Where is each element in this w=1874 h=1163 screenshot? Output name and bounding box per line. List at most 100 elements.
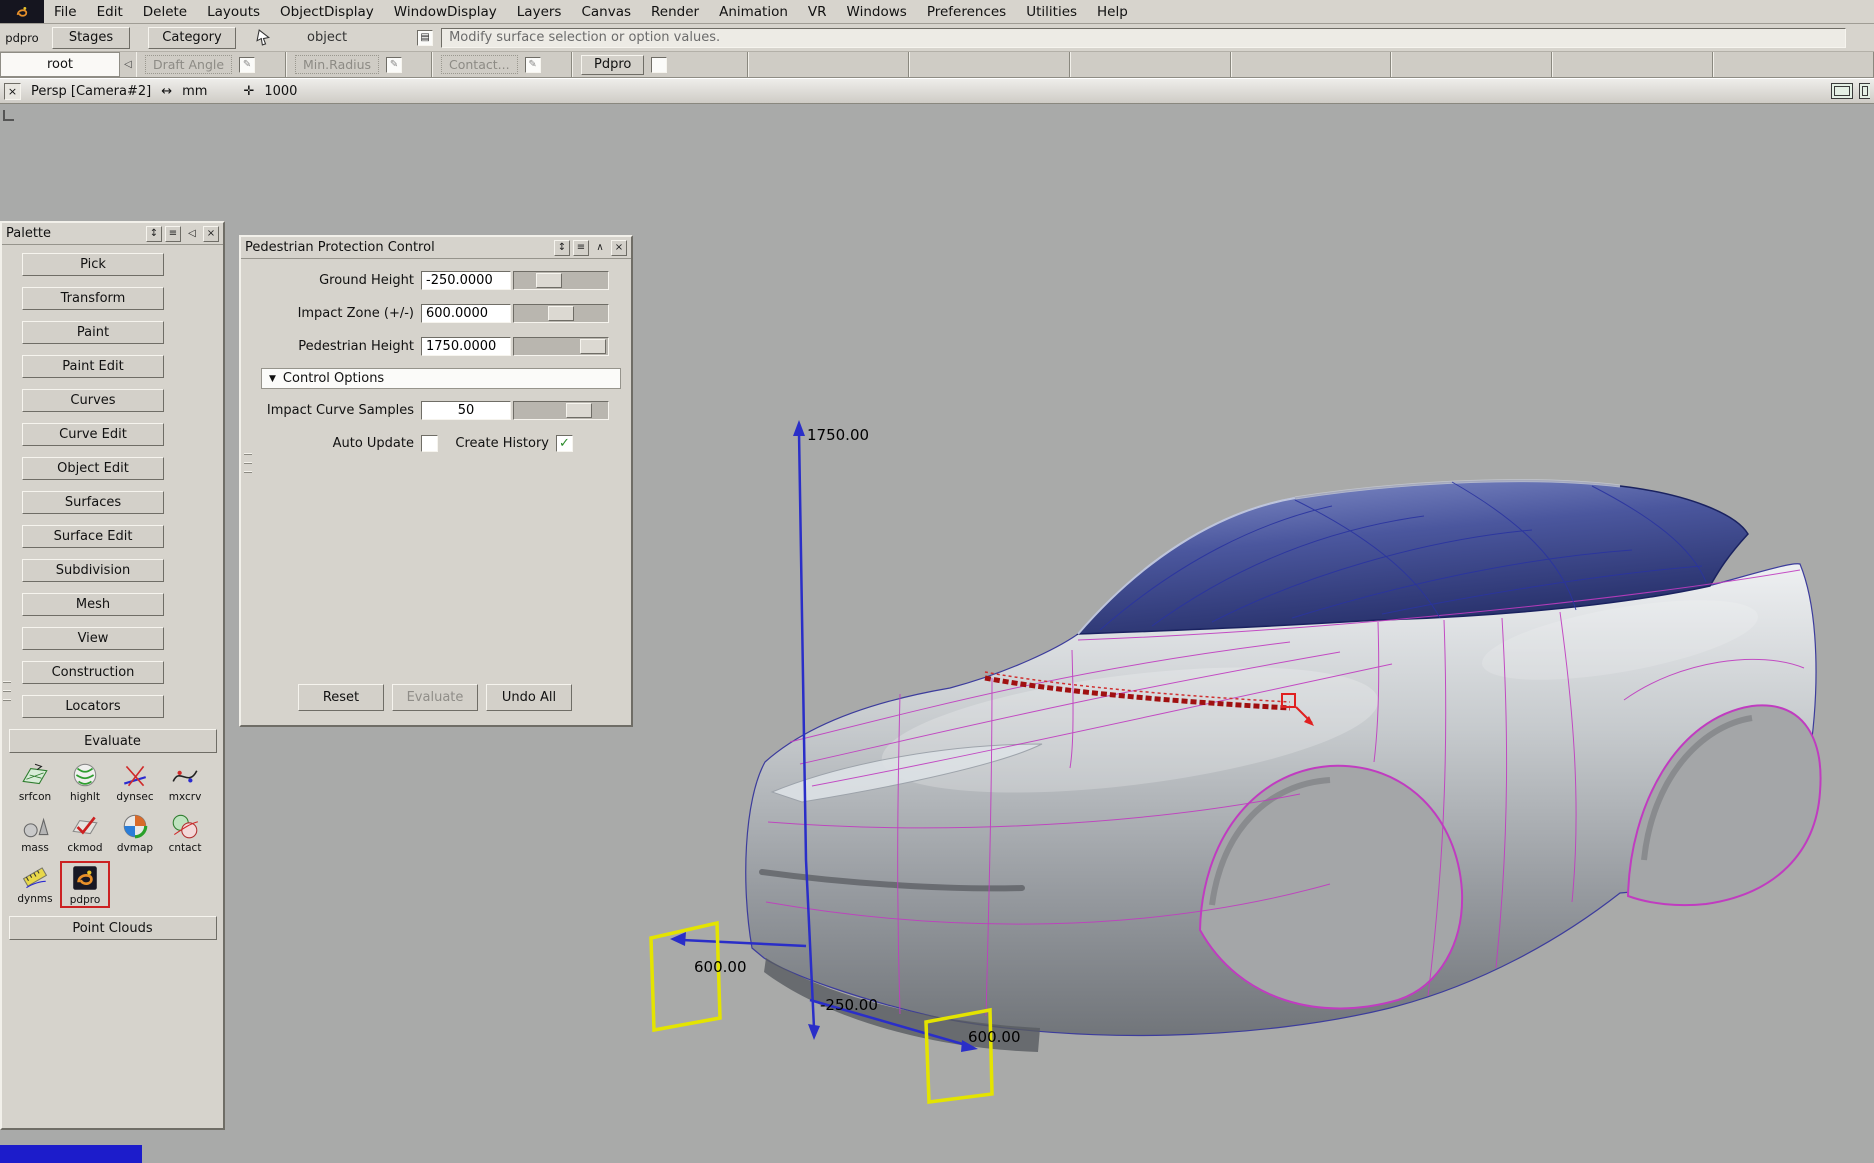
menu-help[interactable]: Help [1087,4,1138,20]
ground-height-slider[interactable] [513,271,609,290]
dialog-menu-icon[interactable]: ≡ [573,240,589,256]
dialog-collapse-icon[interactable]: ∧ [592,240,608,256]
menu-file[interactable]: File [44,4,87,20]
palette-tab-curves[interactable]: Curves [22,389,164,412]
shelf-empty-cell[interactable] [909,52,1070,77]
tool-mass[interactable]: mass [10,810,60,855]
shelf-item-min-radius[interactable]: Min.Radius ✎ [286,52,432,77]
tool-cntact[interactable]: cntact [160,810,210,855]
palette-tab-surface-edit[interactable]: Surface Edit [22,525,164,548]
stages-button[interactable]: Stages [52,27,130,49]
viewport-camera-label[interactable]: Persp [Camera#2] [31,84,151,99]
shelf-empty-cell[interactable] [1391,52,1552,77]
menu-render[interactable]: Render [641,4,709,20]
palette-tab-locators[interactable]: Locators [22,695,164,718]
palette-tab-construction[interactable]: Construction [22,661,164,684]
tool-dynms[interactable]: dynms [10,861,60,908]
palette-tab-paint-edit[interactable]: Paint Edit [22,355,164,378]
menu-windowdisplay[interactable]: WindowDisplay [384,4,507,20]
shelf-empty-cell[interactable] [1713,52,1874,77]
tool-highlt[interactable]: highlt [60,759,110,804]
shelf-empty-cell[interactable] [1070,52,1231,77]
palette-collapse-icon[interactable]: ◁ [184,226,200,242]
palette-tab-subdivision[interactable]: Subdivision [22,559,164,582]
palette-section-point-clouds[interactable]: Point Clouds [9,916,217,940]
prompt-line-input[interactable] [441,28,1846,48]
tool-mxcrv[interactable]: mxcrv [160,759,210,804]
category-button[interactable]: Category [148,27,236,49]
pedestrian-height-input[interactable] [421,337,511,356]
shelf-empty-cell[interactable] [748,52,909,77]
shelf-empty-cell[interactable] [1552,52,1713,77]
ground-height-input[interactable] [421,271,511,290]
create-history-checkbox[interactable]: ✓ [556,435,573,452]
section-expand-icon[interactable]: ▼ [269,374,276,384]
pdpro-shelf-button[interactable]: Pdpro [581,55,644,75]
menu-utilities[interactable]: Utilities [1016,4,1087,20]
viewport-close-icon[interactable]: × [4,83,21,100]
shelf-tab-root[interactable]: root [0,52,120,77]
dialog-resize-icon[interactable]: ↕ [554,240,570,256]
display-toggle-icon[interactable] [1831,83,1853,99]
srfcon-icon [20,760,50,790]
auto-update-checkbox[interactable] [421,435,438,452]
menu-layouts[interactable]: Layouts [197,4,270,20]
prompt-list-icon[interactable]: ▤ [417,30,433,46]
contact-label: Contact... [441,55,518,74]
dialog-edge-grip[interactable] [244,453,252,473]
shelf-item-pdpro[interactable]: Pdpro [572,52,748,77]
palette-edge-grip[interactable] [3,681,11,701]
palette-close-icon[interactable]: × [203,226,219,242]
menu-canvas[interactable]: Canvas [571,4,641,20]
tool-dynsec[interactable]: dynsec [110,759,160,804]
display-toggle-partial-icon[interactable] [1859,83,1870,99]
min-radius-edit-icon[interactable]: ✎ [386,57,402,73]
impact-curve-samples-slider[interactable] [513,401,609,420]
dialog-close-icon[interactable]: × [611,240,627,256]
object-mode-label[interactable]: object [307,30,347,45]
menu-animation[interactable]: Animation [709,4,798,20]
control-options-section[interactable]: ▼ Control Options [261,368,621,389]
dialog-title-bar[interactable]: Pedestrian Protection Control ↕ ≡ ∧ × [241,237,631,259]
menu-objectdisplay[interactable]: ObjectDisplay [270,4,384,20]
palette-section-evaluate[interactable]: Evaluate [9,729,217,753]
shelf-item-contact[interactable]: Contact... ✎ [432,52,572,77]
menu-layers[interactable]: Layers [507,4,572,20]
menu-delete[interactable]: Delete [133,4,197,20]
palette-title-bar[interactable]: Palette ↕ ≡ ◁ × [2,223,223,245]
pedestrian-height-slider[interactable] [513,337,609,356]
impact-curve-samples-input[interactable] [421,401,511,420]
palette-tab-paint[interactable]: Paint [22,321,164,344]
shelf-empty-cell[interactable] [1231,52,1392,77]
palette-resize-icon[interactable]: ↕ [146,226,162,242]
palette-tab-object-edit[interactable]: Object Edit [22,457,164,480]
palette-tab-transform[interactable]: Transform [22,287,164,310]
menu-preferences[interactable]: Preferences [917,4,1016,20]
dvmap-icon [120,811,150,841]
shelf-scroll-left-icon[interactable]: ◁ [120,52,136,77]
pick-cursor-icon[interactable] [256,29,273,46]
contact-edit-icon[interactable]: ✎ [525,57,541,73]
menu-vr[interactable]: VR [798,4,837,20]
draft-angle-edit-icon[interactable]: ✎ [239,57,255,73]
pdpro-option-box[interactable] [651,57,667,73]
palette-tab-curve-edit[interactable]: Curve Edit [22,423,164,446]
tool-srfcon[interactable]: srfcon [10,759,60,804]
reset-button[interactable]: Reset [298,684,384,711]
shelf-item-draft-angle[interactable]: Draft Angle ✎ [136,52,286,77]
ground-height-label: Ground Height [261,273,421,288]
palette-tab-mesh[interactable]: Mesh [22,593,164,616]
palette-menu-icon[interactable]: ≡ [165,226,181,242]
palette-tab-surfaces[interactable]: Surfaces [22,491,164,514]
impact-zone-slider[interactable] [513,304,609,323]
evaluate-button[interactable]: Evaluate [392,684,478,711]
impact-zone-input[interactable] [421,304,511,323]
menu-windows[interactable]: Windows [837,4,917,20]
tool-ckmod[interactable]: ckmod [60,810,110,855]
tool-dvmap[interactable]: dvmap [110,810,160,855]
palette-tab-view[interactable]: View [22,627,164,650]
tool-pdpro-active[interactable]: pdpro [60,861,110,908]
undo-all-button[interactable]: Undo All [486,684,572,711]
menu-edit[interactable]: Edit [87,4,133,20]
palette-tab-pick[interactable]: Pick [22,253,164,276]
